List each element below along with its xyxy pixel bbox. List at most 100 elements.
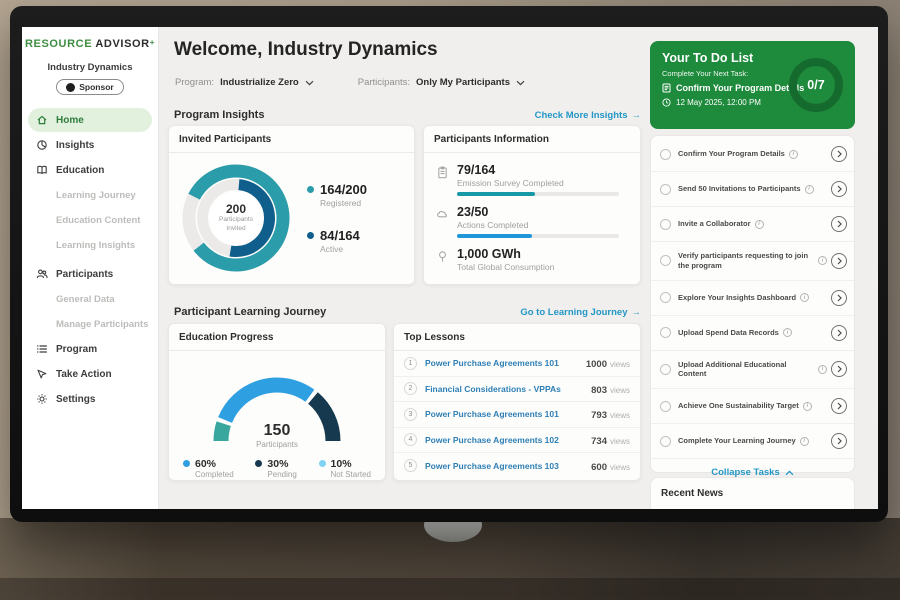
lesson-row: 5 Power Purchase Agreements 103 600views [394,453,640,479]
recent-news-title: Recent News [651,478,854,509]
participants-filter-dropdown[interactable]: Participants: Only My Participants [358,77,525,88]
task-checkbox[interactable] [660,184,671,195]
legend-dot-darkblue [307,232,314,239]
sidebar: RESOURCE ADVISOR+ Industry Dynamics Spon… [22,27,159,509]
actions-completed-value: 23/50 [457,205,619,219]
info-icon[interactable]: i [805,185,814,194]
views-word: views [610,411,630,420]
card-title: Participants Information [424,126,640,153]
sidebar-item-take-action[interactable]: Take Action [28,362,152,386]
program-filter-dropdown[interactable]: Program: Industrialize Zero [175,77,314,88]
collapse-tasks-link[interactable]: Collapse Tasks [651,459,854,478]
task-go-button[interactable] [831,361,847,377]
info-icon[interactable]: i [789,150,798,159]
legend-dot-navy [255,460,262,467]
views-word: views [610,437,630,446]
donut-legend: 164/200 Registered 84/164 Active [307,182,367,254]
sidebar-item-participants[interactable]: Participants [28,262,152,286]
lesson-views: 1000 [586,359,607,370]
info-icon[interactable]: i [803,402,812,411]
lesson-views: 734 [591,436,607,447]
sidebar-item-manage-participants[interactable]: Manage Participants [28,312,152,336]
task-go-button[interactable] [831,398,847,414]
task-checkbox[interactable] [660,149,671,160]
lesson-row: 1 Power Purchase Agreements 101 1000view… [394,351,640,377]
lesson-rank: 1 [404,357,417,370]
todo-summary-card: Your To Do List Complete Your Next Task:… [650,41,855,129]
sidebar-item-label: Manage Participants [56,319,148,330]
participants-filter-value: Only My Participants [416,77,510,88]
task-checkbox[interactable] [660,219,671,230]
link-label: Go to Learning Journey [520,307,627,318]
filter-bar: Program: Industrialize Zero Participants… [175,77,525,88]
lesson-views: 803 [591,385,607,396]
lesson-link[interactable]: Financial Considerations - VPPAs [425,384,583,394]
total-consumption-value: 1,000 GWh [457,247,554,261]
progress-fill [457,234,532,238]
info-icon[interactable]: i [783,328,792,337]
sponsor-badge[interactable]: Sponsor [56,79,123,95]
recent-news-card: Recent News [650,477,855,509]
sidebar-item-program[interactable]: Program [28,337,152,361]
lesson-views: 793 [591,410,607,421]
info-icon[interactable]: i [800,293,809,302]
lesson-row: 3 Power Purchase Agreements 101 793views [394,402,640,428]
info-icon[interactable]: i [818,256,827,265]
legend-dot-lightblue [319,460,326,467]
task-go-button[interactable] [831,325,847,341]
task-checkbox[interactable] [660,401,671,412]
task-row: Achieve One Sustainability Target i [651,389,854,424]
sidebar-item-label: Program [56,344,97,355]
sidebar-item-general-data[interactable]: General Data [28,287,152,311]
legend-dot-blue [183,460,190,467]
chevron-right-icon [837,402,842,410]
legend-registered: 164/200 Registered [307,182,367,208]
task-go-button[interactable] [831,146,847,162]
gauge-center-label: 150 Participants [192,422,362,449]
task-row: Complete Your Learning Journey i [651,424,854,459]
task-go-button[interactable] [831,216,847,232]
views-word: views [610,386,630,395]
chevron-right-icon [837,365,842,373]
task-checkbox[interactable] [660,327,671,338]
task-checkbox[interactable] [660,364,671,375]
lesson-link[interactable]: Power Purchase Agreements 103 [425,461,583,471]
task-go-button[interactable] [831,433,847,449]
sidebar-item-education-content[interactable]: Education Content [28,208,152,232]
sidebar-item-label: Settings [56,394,95,405]
sidebar-item-home[interactable]: Home [28,108,152,132]
task-checkbox[interactable] [660,292,671,303]
chevron-right-icon [837,150,842,158]
todo-progress-ring: 0/7 [789,58,843,112]
sidebar-item-education[interactable]: Education [28,158,152,182]
check-more-insights-link[interactable]: Check More Insights → [535,110,641,121]
go-to-learning-journey-link[interactable]: Go to Learning Journey → [520,307,641,318]
logo-secondary: ADVISOR [95,38,149,50]
task-checkbox[interactable] [660,436,671,447]
task-go-button[interactable] [831,253,847,269]
info-icon[interactable]: i [818,365,827,374]
actions-completed-label: Actions Completed [457,220,619,230]
task-go-button[interactable] [831,290,847,306]
lesson-row: 2 Financial Considerations - VPPAs 803vi… [394,377,640,403]
task-row: Explore Your Insights Dashboard i [651,281,854,316]
link-label: Check More Insights [535,110,628,121]
task-checkbox[interactable] [660,255,671,266]
lesson-rank: 3 [404,408,417,421]
sidebar-item-learning-insights[interactable]: Learning Insights [28,233,152,257]
sidebar-item-learning-journey[interactable]: Learning Journey [28,183,152,207]
survey-icon [436,166,449,179]
lesson-link[interactable]: Power Purchase Agreements 102 [425,435,583,445]
active-label: Active [320,244,360,254]
info-icon[interactable]: i [755,220,764,229]
sidebar-item-settings[interactable]: Settings [28,387,152,411]
info-icon[interactable]: i [800,437,809,446]
lesson-link[interactable]: Power Purchase Agreements 101 [425,358,578,368]
sidebar-item-insights[interactable]: Insights [28,133,152,157]
stat-actions-completed: 23/50 Actions Completed [436,205,628,238]
task-label: Send 50 Invitations to Participants [678,184,801,194]
task-go-button[interactable] [831,181,847,197]
invited-label-2: Invited [226,225,245,234]
lesson-link[interactable]: Power Purchase Agreements 101 [425,409,583,419]
app-logo: RESOURCE ADVISOR+ [22,38,158,50]
